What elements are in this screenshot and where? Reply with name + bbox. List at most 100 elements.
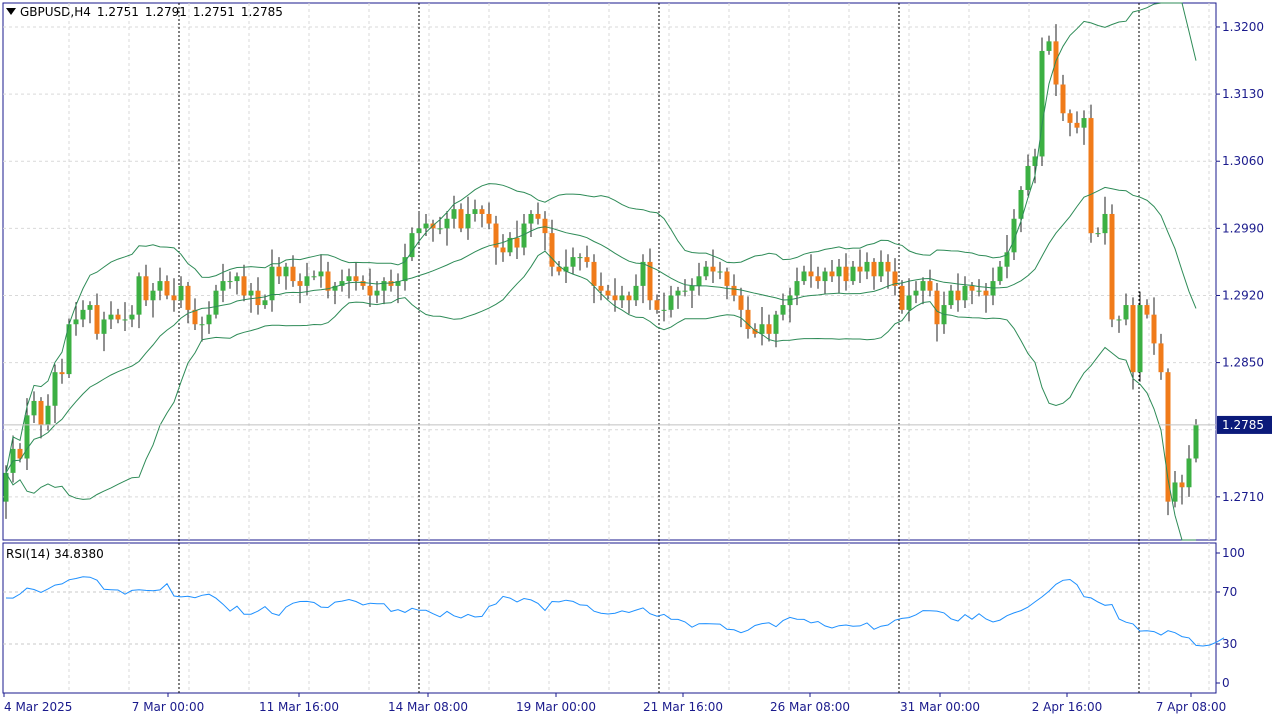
- candle-body: [234, 276, 240, 282]
- candle-body: [1095, 233, 1101, 235]
- candle-body: [115, 314, 121, 320]
- candle-body: [780, 305, 786, 315]
- price-tick-label: 1.3060: [1222, 154, 1264, 168]
- candle-body: [437, 228, 443, 230]
- candle-body: [626, 295, 632, 301]
- time-tick-label: 21 Mar 16:00: [643, 700, 723, 714]
- candle-body: [143, 276, 149, 301]
- price-tick-label: 1.2990: [1222, 221, 1264, 235]
- time-tick-label: 14 Mar 08:00: [388, 700, 468, 714]
- candle-body: [416, 228, 422, 234]
- candle-body: [500, 247, 506, 253]
- candle-body: [766, 324, 772, 334]
- candle-body: [423, 223, 429, 229]
- candle-body: [577, 257, 583, 259]
- candle-body: [829, 271, 835, 277]
- candle-body: [1172, 482, 1178, 502]
- candle-body: [486, 213, 492, 224]
- candle-body: [934, 290, 940, 325]
- rsi-tick-label: 0: [1222, 676, 1230, 690]
- time-tick-label: 19 Mar 00:00: [516, 700, 596, 714]
- candle-body: [703, 266, 709, 277]
- chart-canvas[interactable]: 1.3200 1.3130 1.3060 1.2990 1.2920 1.2850 1.27…: [0, 0, 1280, 720]
- candle-body: [528, 213, 534, 224]
- candle-body: [801, 271, 807, 282]
- candle-body: [584, 257, 590, 262]
- candle-body: [185, 285, 191, 310]
- candle-body: [479, 209, 485, 214]
- candle-body: [675, 290, 681, 296]
- time-tick-label: 11 Mar 16:00: [259, 700, 339, 714]
- candle-body: [80, 309, 86, 320]
- candle-body: [871, 261, 877, 277]
- rsi-tick-label: 70: [1222, 585, 1237, 599]
- candle-body: [850, 266, 856, 282]
- candle-body: [465, 213, 471, 229]
- candle-body: [472, 209, 478, 214]
- candle-body: [1074, 122, 1080, 128]
- candle-body: [101, 319, 107, 334]
- candle-body: [346, 276, 352, 282]
- price-tick-label: 1.2850: [1222, 356, 1264, 370]
- candle-body: [717, 271, 723, 273]
- candle-body: [598, 285, 604, 291]
- candle-body: [668, 295, 674, 310]
- current-price-text: 1.2785: [1222, 418, 1264, 432]
- candle-body: [353, 276, 359, 282]
- rsi-tick-label: 100: [1222, 546, 1245, 560]
- candle-body: [164, 281, 170, 296]
- candle-body: [983, 290, 989, 296]
- candle-body: [276, 266, 282, 277]
- candle-body: [248, 290, 254, 296]
- candle-body: [759, 324, 765, 334]
- candle-body: [857, 266, 863, 272]
- candle-body: [535, 213, 541, 219]
- candle-body: [612, 295, 618, 301]
- candle-body: [1193, 424, 1199, 459]
- bollinger-upper-line: [5, 2, 1197, 473]
- candle-body: [304, 276, 310, 286]
- candle-body: [731, 285, 737, 296]
- candle-body: [1186, 458, 1192, 488]
- candle-body: [227, 281, 233, 283]
- candle-body: [150, 290, 156, 301]
- candle-body: [1130, 305, 1136, 373]
- candle-body: [654, 300, 660, 310]
- candle-body: [220, 281, 226, 291]
- candle-body: [73, 319, 79, 325]
- candle-body: [178, 285, 184, 301]
- candle-body: [640, 261, 646, 286]
- time-tick-label: 26 Mar 08:00: [770, 700, 850, 714]
- candle-body: [451, 209, 457, 219]
- candle-body: [1060, 84, 1066, 114]
- candle-body: [52, 372, 58, 406]
- candle-body: [374, 290, 380, 296]
- candle-body: [402, 257, 408, 282]
- candle-body: [1179, 482, 1185, 488]
- candle-body: [297, 281, 303, 286]
- candle-body: [808, 271, 814, 277]
- candle-body: [542, 218, 548, 234]
- candle-body: [836, 266, 842, 277]
- candle-body: [1116, 319, 1122, 321]
- candle-body: [1081, 118, 1087, 128]
- candle-body: [213, 290, 219, 315]
- candle-body: [45, 405, 51, 425]
- candle-body: [1109, 213, 1115, 320]
- time-tick-label: 31 Mar 00:00: [900, 700, 980, 714]
- candle-body: [444, 218, 450, 229]
- candle-body: [976, 290, 982, 292]
- candle-body: [283, 266, 289, 277]
- candle-body: [157, 281, 163, 291]
- candle-body: [969, 285, 975, 291]
- candle-body: [31, 400, 37, 416]
- time-tick-label: 4 Mar 2025: [4, 700, 72, 714]
- candle-body: [381, 281, 387, 291]
- candle-body: [206, 314, 212, 325]
- candle-body: [1123, 305, 1129, 320]
- candle-body: [591, 261, 597, 286]
- candle-body: [290, 266, 296, 282]
- candle-body: [822, 271, 828, 282]
- candle-body: [1158, 343, 1164, 373]
- candle-body: [843, 266, 849, 282]
